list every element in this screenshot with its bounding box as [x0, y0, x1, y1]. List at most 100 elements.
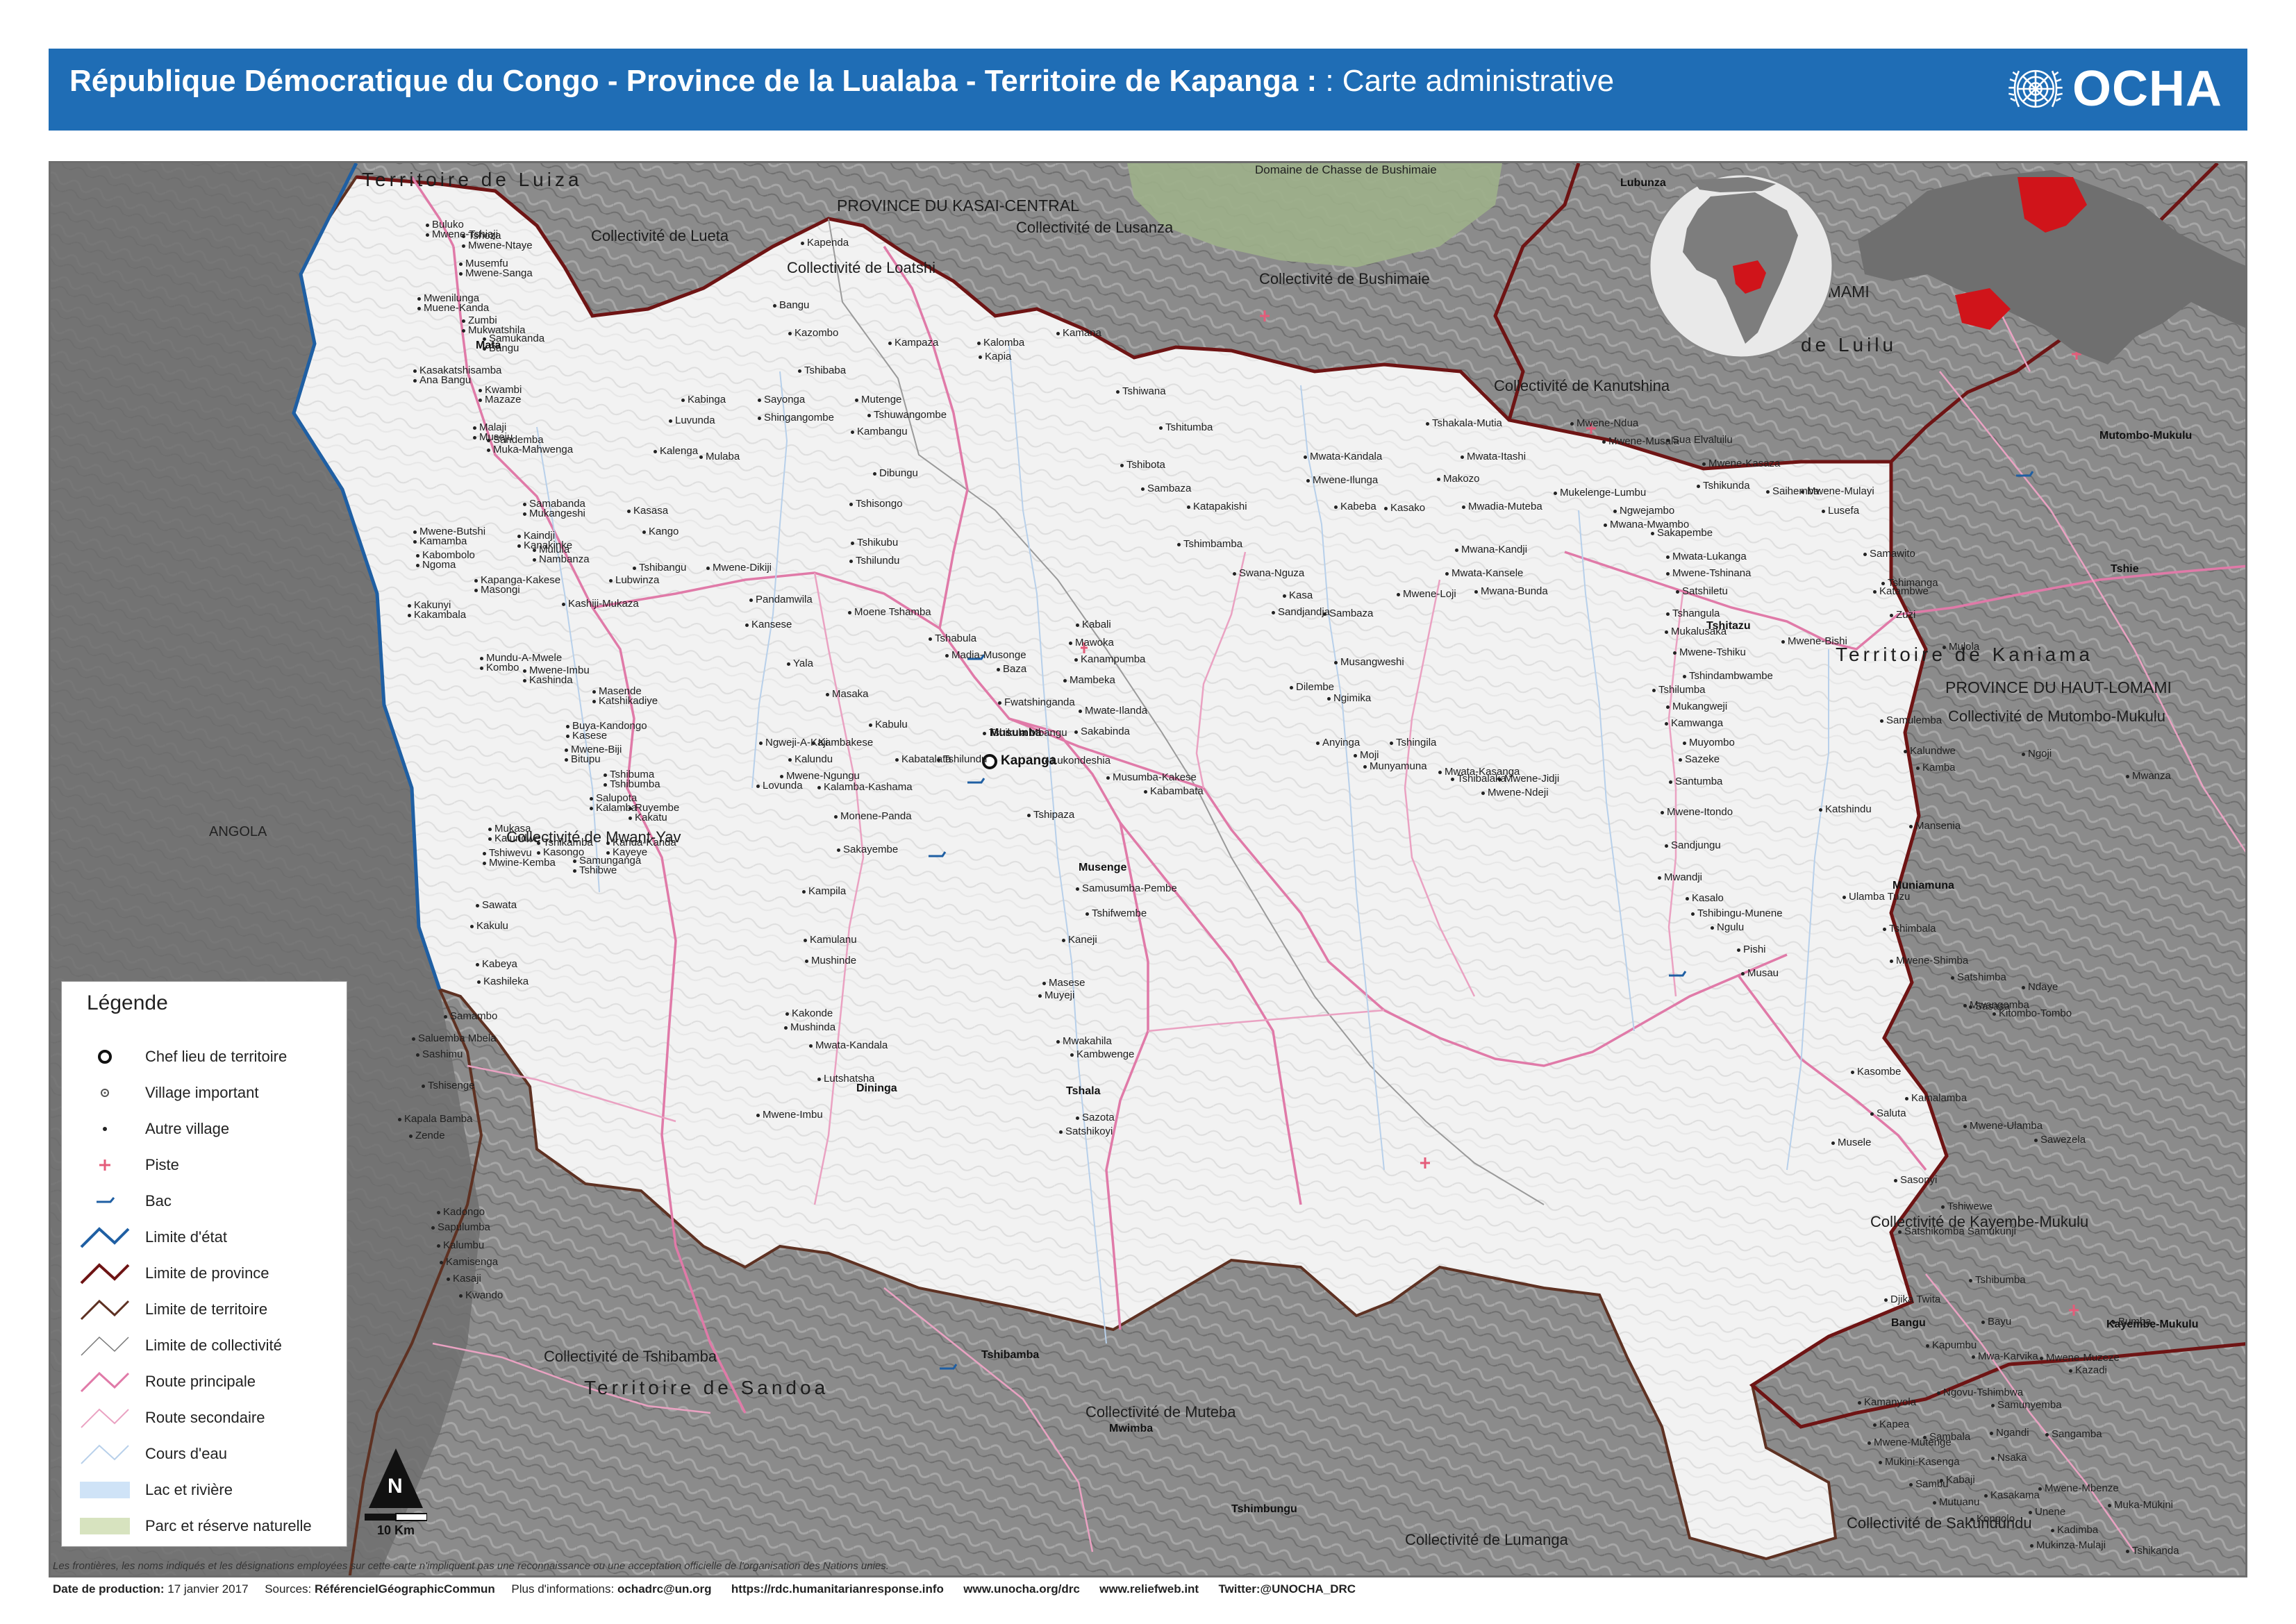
village-dot-icon — [1144, 789, 1147, 794]
village-dot-icon — [642, 530, 646, 534]
village-dot-icon — [851, 541, 854, 545]
legend-label-airstrip: Piste — [145, 1156, 179, 1173]
town-label-tshibamba: Tshibamba — [981, 1349, 1040, 1361]
village-name: Mwene-Bishi — [1788, 635, 1847, 647]
legend-item-secondary-road: Route secondaire — [78, 1404, 265, 1432]
village-label: Kapala Bamba — [398, 1113, 472, 1125]
village-label: Kalundu — [788, 753, 833, 765]
village-label: Kamalamba — [1905, 1092, 1967, 1104]
village-name: Kanampumba — [1081, 653, 1146, 665]
village-name: Katshindu — [1825, 803, 1872, 815]
village-dot-icon — [476, 903, 479, 907]
village-dot-icon — [848, 610, 851, 614]
town-label-tshie: Tshie — [2111, 563, 2139, 575]
village-dot-icon — [801, 241, 804, 245]
village-dot-icon — [758, 398, 761, 402]
village-dot-icon — [1686, 896, 1689, 901]
village-name: Ngoma — [422, 559, 456, 571]
north-label: N — [388, 1475, 403, 1498]
village-label: Bitupu — [565, 753, 601, 765]
village-dot-icon — [604, 782, 607, 787]
village-label: Swana-Nguza — [1233, 567, 1304, 579]
footer-email-link[interactable]: ochadrc@un.org — [617, 1582, 712, 1596]
village-dot-icon — [413, 369, 417, 373]
village-name: Lovunda — [763, 780, 803, 792]
village-name: Tshikula Mbangu — [989, 727, 1067, 739]
village-name: Tshibumba — [610, 778, 660, 790]
village-label: Munyamuna — [1363, 760, 1427, 772]
village-dot-icon — [462, 328, 465, 333]
village-label: Kaneji — [1062, 934, 1097, 946]
village-name: Swana-Nguza — [1239, 567, 1305, 579]
legend-label-park: Parc et réserve naturelle — [145, 1517, 312, 1534]
village-dot-icon — [562, 602, 565, 606]
village-label: Kalenga — [654, 445, 698, 457]
village-name: Shingangombe — [764, 412, 834, 424]
village-label: Tshikanda — [2126, 1545, 2179, 1557]
legend-label-province-boundary: Limite de province — [145, 1264, 269, 1282]
village-label: Bayu — [1981, 1316, 2011, 1328]
village-dot-icon — [606, 851, 610, 855]
footer-link-humanitarianresponse[interactable]: https://rdc.humanitarianresponse.info — [731, 1582, 944, 1596]
footer-link-reliefweb[interactable]: www.reliefweb.int — [1099, 1582, 1199, 1596]
village-dot-icon — [483, 851, 486, 855]
village-dot-icon — [1042, 981, 1046, 985]
village-label: Kambwenge — [1070, 1048, 1134, 1060]
village-dot-icon — [1334, 660, 1338, 664]
village-label: Tshindambwambe — [1683, 670, 1773, 682]
village-dot-icon — [758, 416, 761, 420]
village-name: Mwene-Ndeji — [1488, 787, 1549, 798]
village-label: Kadimba — [2051, 1524, 2098, 1536]
village-dot-icon — [416, 563, 419, 567]
village-name: Kadimba — [2057, 1524, 2099, 1536]
village-dot-icon — [1702, 462, 1706, 466]
legend-item-ferry: Bac — [78, 1187, 172, 1215]
village-name: Tshingila — [1396, 737, 1437, 748]
village-name: Kambakese — [818, 737, 874, 748]
village-dot-icon — [1570, 421, 1574, 426]
village-name: Saluta — [1877, 1107, 1906, 1119]
village-name: Samambo — [450, 1010, 498, 1022]
village-label: Kamba — [1916, 762, 1956, 773]
village-label: Kamisenga — [440, 1256, 498, 1268]
village-name: Katambwe — [1879, 585, 1929, 597]
village-dot-icon — [417, 296, 421, 301]
village-dot-icon — [1323, 612, 1326, 616]
village-label: Mwene-Muzeze — [2040, 1352, 2120, 1364]
village-dot-icon — [837, 848, 840, 852]
village-name: Kalamba-Kashama — [824, 781, 913, 793]
village-label: Kansese — [745, 619, 792, 630]
village-dot-icon — [416, 553, 419, 558]
village-name: Baza — [1003, 663, 1027, 675]
village-name: Tshitumba — [1165, 421, 1213, 433]
village-dot-icon — [756, 784, 760, 788]
village-dot-icon — [1106, 776, 1110, 780]
village-dot-icon — [759, 741, 763, 745]
village-dot-icon — [1904, 749, 1907, 753]
village-name: Pishi — [1743, 944, 1766, 955]
village-dot-icon — [937, 757, 940, 762]
footer-link-unocha[interactable]: www.unocha.org/drc — [963, 1582, 1080, 1596]
village-label: Kabambata — [1144, 785, 1204, 797]
village-name: Lubwinza — [615, 574, 660, 586]
village-dot-icon — [440, 1260, 443, 1264]
village-dot-icon — [470, 924, 474, 928]
village-dot-icon — [798, 369, 801, 373]
village-dot-icon — [1076, 1116, 1079, 1120]
village-label: Tshilumba — [1652, 684, 1706, 696]
scale-label: 10 Km — [377, 1523, 415, 1537]
village-name: Kasese — [572, 730, 608, 742]
village-dot-icon — [1981, 1320, 1985, 1324]
village-dot-icon — [1283, 594, 1286, 598]
village-label: Tshibaba — [798, 365, 846, 376]
village-label: Sawezela — [2034, 1134, 2086, 1146]
collectivite-label-kanutshina: Collectivité de Kanutshina — [1494, 377, 1670, 394]
village-label: Kapumbu — [1926, 1339, 1977, 1351]
village-dot-icon — [523, 678, 526, 683]
footer-twitter[interactable]: Twitter:@UNOCHA_DRC — [1218, 1582, 1356, 1596]
village-label: Kasakama — [1984, 1489, 2040, 1501]
village-name: Mansenia — [1915, 820, 1961, 832]
main-road-icon — [80, 1371, 130, 1393]
town-label-mwimba: Mwimba — [1109, 1423, 1154, 1434]
village-label: Tshibumba — [1969, 1274, 2026, 1286]
